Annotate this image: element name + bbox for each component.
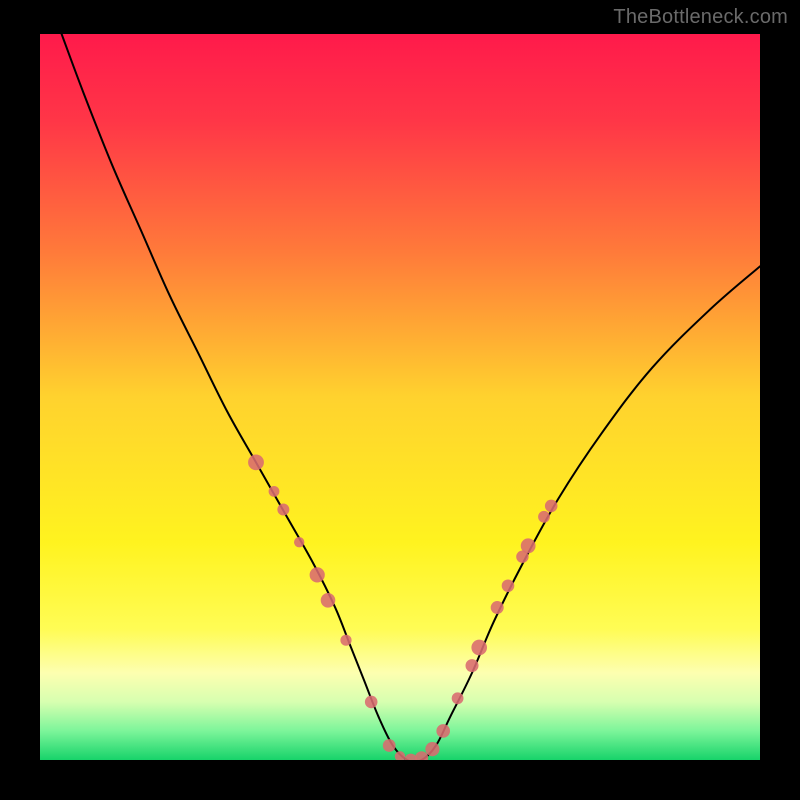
marker-point [491, 601, 504, 614]
chart-frame: TheBottleneck.com [0, 0, 800, 800]
marker-point [310, 567, 325, 582]
marker-point [466, 659, 479, 672]
marker-point [294, 537, 304, 547]
marker-point [436, 724, 450, 738]
marker-point [383, 739, 396, 752]
marker-point [538, 511, 550, 523]
gradient-bg [40, 34, 760, 760]
marker-point [269, 486, 280, 497]
marker-point [365, 696, 378, 709]
watermark-text: TheBottleneck.com [613, 6, 788, 29]
marker-point [471, 640, 487, 656]
marker-point [425, 742, 439, 756]
marker-point [321, 593, 336, 608]
marker-point [502, 579, 515, 592]
marker-point [340, 635, 351, 646]
marker-point [277, 504, 289, 516]
chart-svg [40, 34, 760, 760]
marker-point [521, 538, 536, 553]
marker-point [545, 500, 558, 513]
marker-point [248, 454, 264, 470]
plot-area [40, 34, 760, 760]
marker-point [452, 692, 464, 704]
